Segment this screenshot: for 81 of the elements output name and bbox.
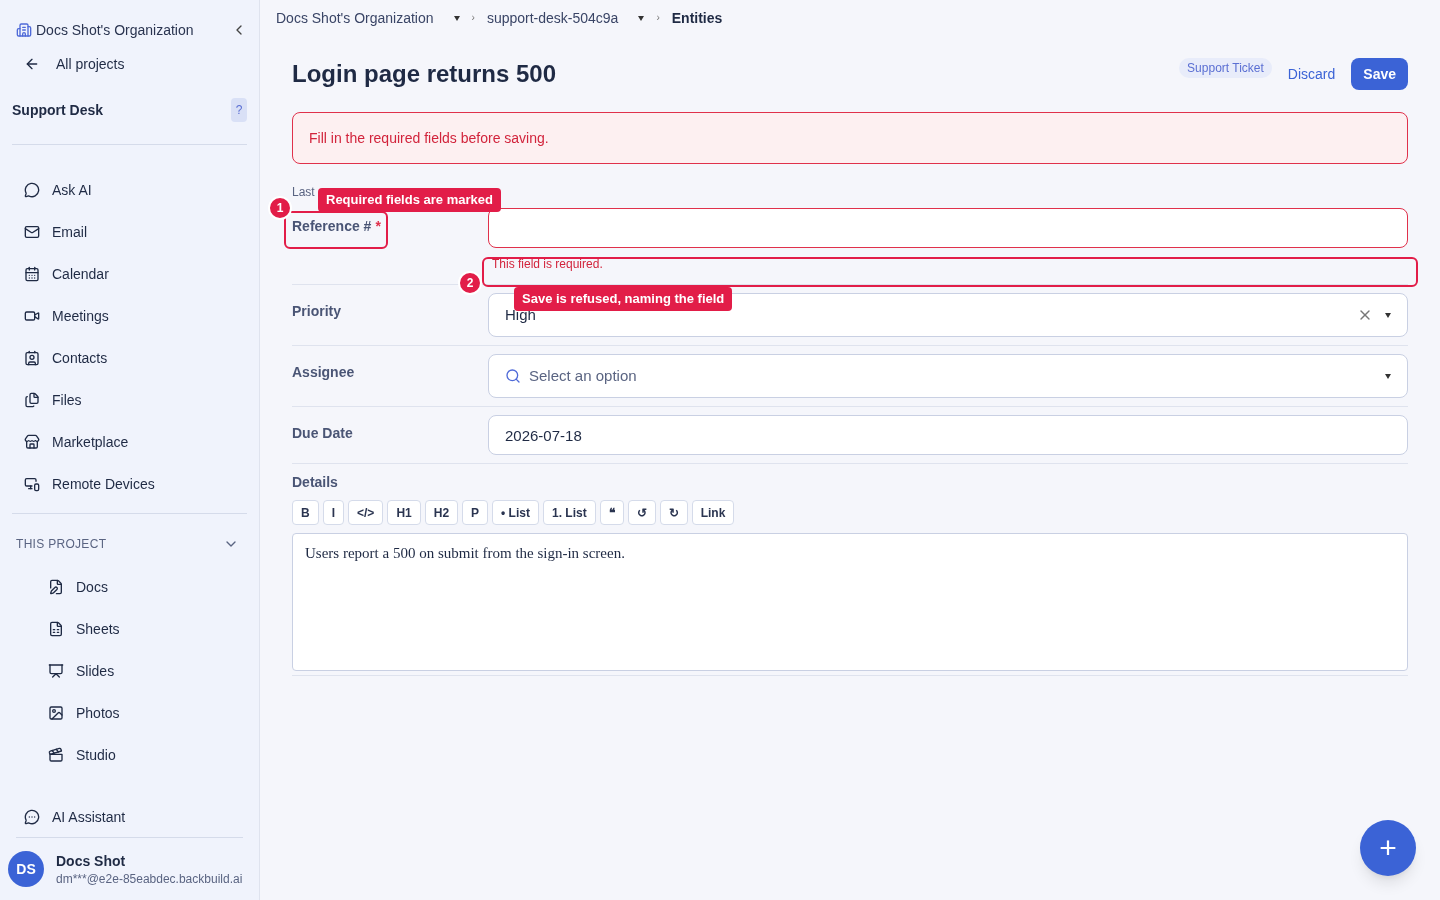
project-name: Support Desk [12,101,103,120]
nav-item[interactable]: Calendar [0,253,259,295]
video-icon [24,308,40,324]
nav-item[interactable]: Meetings [0,295,259,337]
page-title: Login page returns 500 [292,59,557,89]
user-avatar[interactable]: DS [8,851,44,887]
field-label: Reference # [292,217,372,236]
image-icon [48,705,64,721]
project-item[interactable]: Docs [0,566,259,608]
toolbar-button[interactable]: 1. List [542,500,596,525]
field-label: Priority [292,302,341,321]
toolbar-button[interactable]: ↻ [659,500,688,525]
breadcrumb-separator: › [471,10,475,25]
callout-tooltip: Required fields are marked [318,188,501,212]
discard-button[interactable]: Discard [1287,64,1336,84]
toolbar-button[interactable]: ❝ [599,500,624,525]
breadcrumb-separator: › [656,10,660,25]
text-field[interactable]: 2026-07-18 [488,415,1408,455]
nav-item[interactable]: Email [0,211,259,253]
select-field[interactable]: Select an option [488,354,1408,398]
error-alert: Fill in the required fields before saving. [292,112,1408,164]
field-label: Due Date [292,424,353,443]
dropdown-caret-icon[interactable] [1385,373,1391,379]
help-button[interactable]: ? [231,98,247,122]
search-icon [505,368,521,384]
toolbar-button[interactable]: </> [348,500,384,525]
org-name[interactable]: Docs Shot's Organization [36,20,194,40]
building-icon [16,22,32,38]
mail-icon [24,224,40,240]
required-asterisk: * [375,217,381,236]
nav-item[interactable]: Marketplace [0,421,259,463]
field-label: Assignee [292,363,355,382]
breadcrumb-link[interactable]: Docs Shot's Organization [276,8,434,28]
spreadsheet-icon [48,621,64,637]
dropdown-caret-icon[interactable] [638,15,645,21]
project-item[interactable]: Slides [0,650,259,692]
toolbar-button[interactable]: P [462,500,489,525]
dropdown-caret-icon[interactable] [1385,312,1391,318]
toolbar-button[interactable]: • List [492,500,539,525]
toolbar-button[interactable]: H2 [424,500,459,525]
callout-tooltip: Save is refused, naming the field [514,287,733,311]
section-heading: THIS PROJECT [16,536,107,552]
add-fab[interactable]: + [1360,820,1416,876]
toolbar-button[interactable]: B [292,500,319,525]
document-icon [48,579,64,595]
entity-type-tag: Support Ticket [1179,58,1272,78]
field-error-text: This field is required. [492,256,603,272]
files-icon [24,392,40,408]
text-field[interactable] [488,208,1408,248]
clapperboard-icon [48,747,64,763]
toolbar-button[interactable]: I [322,500,344,525]
chat-icon [24,182,40,198]
user-name: Docs Shot [56,852,127,871]
chat-bubble-icon [24,809,40,825]
breadcrumb-link[interactable]: Entities [671,8,723,28]
details-label: Details [292,473,339,492]
rich-text-editor[interactable]: Users report a 500 on submit from the sign-in screen. [292,533,1408,671]
ai-assistant-item[interactable]: AI Assistant [52,807,126,827]
save-button[interactable]: Save [1351,58,1408,90]
toolbar-button[interactable]: Link [691,500,735,525]
nav-item[interactable]: Remote Devices [0,463,259,505]
dropdown-caret-icon[interactable] [453,15,460,21]
nav-item[interactable]: Ask AI [0,169,259,211]
nav-item[interactable]: Files [0,379,259,421]
project-item[interactable]: Sheets [0,608,259,650]
store-icon [24,434,40,450]
toolbar-button[interactable]: ↺ [627,500,656,525]
toolbar-button[interactable]: H1 [387,500,421,525]
last-text: Last [292,184,315,200]
user-email: dm***@e2e-85eabdec.backbuild.ai [56,871,243,887]
step-number-tooltip: 1 [268,196,292,220]
nav-item[interactable]: Contacts [0,337,259,379]
breadcrumb-link[interactable]: support-desk-504c9a [486,8,619,28]
calendar-icon [24,266,40,282]
all-projects-link[interactable]: All projects [56,54,125,74]
step-number-tooltip: 2 [458,271,482,295]
presentation-icon [48,663,64,679]
project-item[interactable]: Studio [0,734,259,776]
contact-card-icon [24,350,40,366]
project-item[interactable]: Photos [0,692,259,734]
monitor-icon [24,476,40,492]
